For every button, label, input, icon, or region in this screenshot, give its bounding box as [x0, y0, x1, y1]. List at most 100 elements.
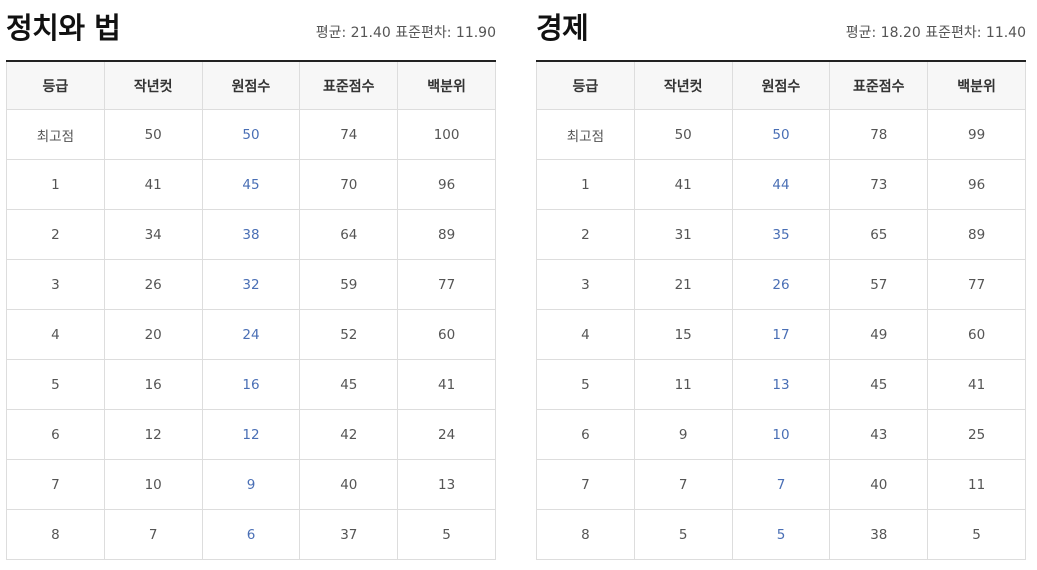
table-row: 2 31 35 65 89: [536, 209, 1026, 260]
column-header-standard-score: 표준점수: [299, 61, 399, 110]
raw-score-cell: 38: [202, 209, 301, 260]
standard-score-cell: 52: [299, 309, 399, 360]
percentile-cell: 77: [397, 259, 496, 310]
column-header-last-year-cut: 작년컷: [634, 61, 733, 110]
mean-text: 평균: 18.20: [845, 25, 921, 41]
column-header-raw-score: 원점수: [202, 61, 301, 110]
percentile-cell: 24: [397, 409, 496, 460]
standard-score-cell: 42: [299, 409, 399, 460]
raw-score-cell: 5: [732, 509, 831, 560]
percentile-cell: 5: [927, 509, 1026, 560]
table-row: 7 7 7 40 11: [536, 459, 1026, 510]
percentile-cell: 41: [927, 359, 1026, 410]
grade-cell: 3: [536, 259, 635, 310]
grade-cell: 6: [6, 409, 105, 460]
standard-score-cell: 64: [299, 209, 399, 260]
raw-score-cell: 35: [732, 209, 831, 260]
last-year-cut-cell: 50: [104, 109, 203, 160]
raw-score-cell: 26: [732, 259, 831, 310]
table-row: 4 15 17 49 60: [536, 309, 1026, 360]
grade-table: 등급 작년컷 원점수 표준점수 백분위 최고점 50 50 74 100 1 41 45 70 9…: [6, 60, 496, 560]
raw-score-cell: 9: [202, 459, 301, 510]
grade-cell: 2: [6, 209, 105, 260]
standard-score-cell: 37: [299, 509, 399, 560]
percentile-cell: 41: [397, 359, 496, 410]
standard-score-cell: 78: [829, 109, 929, 160]
grade-cell: 7: [536, 459, 635, 510]
raw-score-cell: 45: [202, 159, 301, 210]
last-year-cut-cell: 34: [104, 209, 203, 260]
panel-header: 경제 평균: 18.20 표준편차: 11.40: [536, 0, 1026, 60]
panel-title: 경제: [536, 11, 589, 45]
grade-table: 등급 작년컷 원점수 표준점수 백분위 최고점 50 50 78 99 1 41 44 73 96…: [536, 60, 1026, 560]
standard-score-cell: 40: [829, 459, 929, 510]
table-row: 6 9 10 43 25: [536, 409, 1026, 460]
percentile-cell: 60: [397, 309, 496, 360]
percentile-cell: 89: [397, 209, 496, 260]
raw-score-cell: 24: [202, 309, 301, 360]
grade-cell: 6: [536, 409, 635, 460]
raw-score-cell: 50: [202, 109, 301, 160]
table-row: 1 41 45 70 96: [6, 159, 496, 210]
grade-cell: 1: [6, 159, 105, 210]
column-header-percentile: 백분위: [397, 61, 496, 110]
percentile-cell: 13: [397, 459, 496, 510]
last-year-cut-cell: 10: [104, 459, 203, 510]
panel-header: 정치와 법 평균: 21.40 표준편차: 11.90: [6, 0, 496, 60]
last-year-cut-cell: 7: [104, 509, 203, 560]
standard-score-cell: 59: [299, 259, 399, 310]
percentile-cell: 25: [927, 409, 1026, 460]
raw-score-cell: 50: [732, 109, 831, 160]
table-row: 6 12 12 42 24: [6, 409, 496, 460]
grade-cell: 1: [536, 159, 635, 210]
raw-score-cell: 13: [732, 359, 831, 410]
column-header-standard-score: 표준점수: [829, 61, 929, 110]
table-row: 8 7 6 37 5: [6, 509, 496, 560]
table-row: 7 10 9 40 13: [6, 459, 496, 510]
grade-cell: 최고점: [536, 109, 635, 160]
last-year-cut-cell: 16: [104, 359, 203, 410]
percentile-cell: 99: [927, 109, 1026, 160]
column-header-last-year-cut: 작년컷: [104, 61, 203, 110]
percentile-cell: 96: [927, 159, 1026, 210]
mean-text: 평균: 21.40: [315, 25, 391, 41]
raw-score-cell: 44: [732, 159, 831, 210]
grade-cell: 8: [6, 509, 105, 560]
panel-stats: 평균: 21.40 표준편차: 11.90: [316, 23, 496, 43]
table-row: 2 34 38 64 89: [6, 209, 496, 260]
sd-text: 표준편차: 11.40: [925, 25, 1026, 41]
table-row: 5 16 16 45 41: [6, 359, 496, 410]
column-header-percentile: 백분위: [927, 61, 1026, 110]
raw-score-cell: 10: [732, 409, 831, 460]
table-row: 3 21 26 57 77: [536, 259, 1026, 310]
sd-text: 표준편차: 11.90: [395, 25, 496, 41]
standard-score-cell: 74: [299, 109, 399, 160]
table-row: 4 20 24 52 60: [6, 309, 496, 360]
raw-score-cell: 6: [202, 509, 301, 560]
table-row: 3 26 32 59 77: [6, 259, 496, 310]
last-year-cut-cell: 50: [634, 109, 733, 160]
table-row: 5 11 13 45 41: [536, 359, 1026, 410]
percentile-cell: 89: [927, 209, 1026, 260]
grade-cell: 5: [536, 359, 635, 410]
grade-cell: 8: [536, 509, 635, 560]
last-year-cut-cell: 15: [634, 309, 733, 360]
table-header-row: 등급 작년컷 원점수 표준점수 백분위: [536, 61, 1026, 110]
last-year-cut-cell: 26: [104, 259, 203, 310]
last-year-cut-cell: 5: [634, 509, 733, 560]
table-body: 최고점 50 50 74 100 1 41 45 70 96 2 34 38 64 89 3 26 32 59 77 4…: [6, 109, 496, 560]
last-year-cut-cell: 31: [634, 209, 733, 260]
standard-score-cell: 70: [299, 159, 399, 210]
last-year-cut-cell: 41: [634, 159, 733, 210]
standard-score-cell: 65: [829, 209, 929, 260]
last-year-cut-cell: 11: [634, 359, 733, 410]
raw-score-cell: 16: [202, 359, 301, 410]
panel-stats: 평균: 18.20 표준편차: 11.40: [846, 23, 1026, 43]
grade-cell: 4: [6, 309, 105, 360]
table-body: 최고점 50 50 78 99 1 41 44 73 96 2 31 35 65 89 3 21 26 57 77 4 1…: [536, 109, 1026, 560]
panel-politics-law: 정치와 법 평균: 21.40 표준편차: 11.90 등급 작년컷 원점수 표…: [6, 0, 496, 560]
raw-score-cell: 17: [732, 309, 831, 360]
percentile-cell: 5: [397, 509, 496, 560]
grade-cell: 2: [536, 209, 635, 260]
table-row: 최고점 50 50 78 99: [536, 109, 1026, 160]
